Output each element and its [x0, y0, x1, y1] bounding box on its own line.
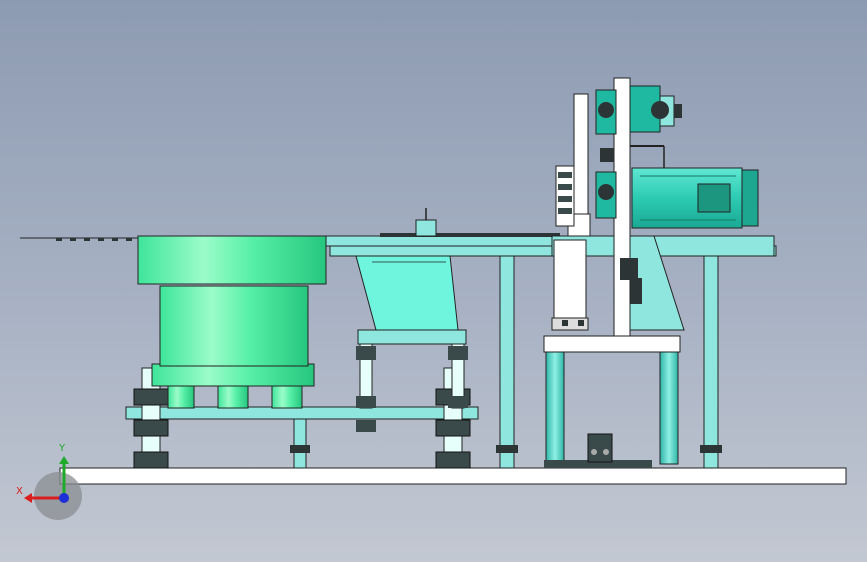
air-valve[interactable]: [587, 433, 613, 463]
x-axis-arrowhead: [24, 493, 32, 503]
y-axis-arrowhead: [59, 456, 69, 464]
servo-motor[interactable]: [631, 167, 759, 229]
table-leg[interactable]: [703, 255, 719, 469]
z-axis-dot: [59, 493, 69, 503]
lift-platform[interactable]: [543, 335, 681, 353]
vibratory-bowl[interactable]: [137, 235, 327, 409]
roller-lower[interactable]: [595, 171, 617, 219]
support-leg[interactable]: [293, 418, 307, 469]
machine-drawing[interactable]: [0, 0, 867, 562]
support-leg[interactable]: [290, 445, 310, 453]
vibrator-stand-plate[interactable]: [357, 329, 467, 345]
upper-drive-unit[interactable]: [629, 85, 682, 147]
proximity-sensor[interactable]: [620, 258, 638, 280]
roller-upper[interactable]: [595, 89, 617, 135]
cad-viewport[interactable]: X Y: [0, 0, 867, 562]
actuator-housing[interactable]: [553, 239, 587, 321]
lower-support-plate[interactable]: [125, 406, 479, 420]
track-top-strip: [380, 233, 560, 237]
table-leg[interactable]: [499, 255, 515, 469]
linear-vibrator[interactable]: [355, 255, 459, 331]
linear-track[interactable]: [325, 235, 557, 247]
coordinate-triad: [24, 456, 69, 503]
roller-axle: [600, 148, 614, 162]
base-plate[interactable]: [59, 467, 847, 485]
track-sensor[interactable]: [415, 219, 437, 237]
pneumatic-cylinder[interactable]: [555, 165, 575, 227]
guide-arm[interactable]: [573, 93, 589, 235]
